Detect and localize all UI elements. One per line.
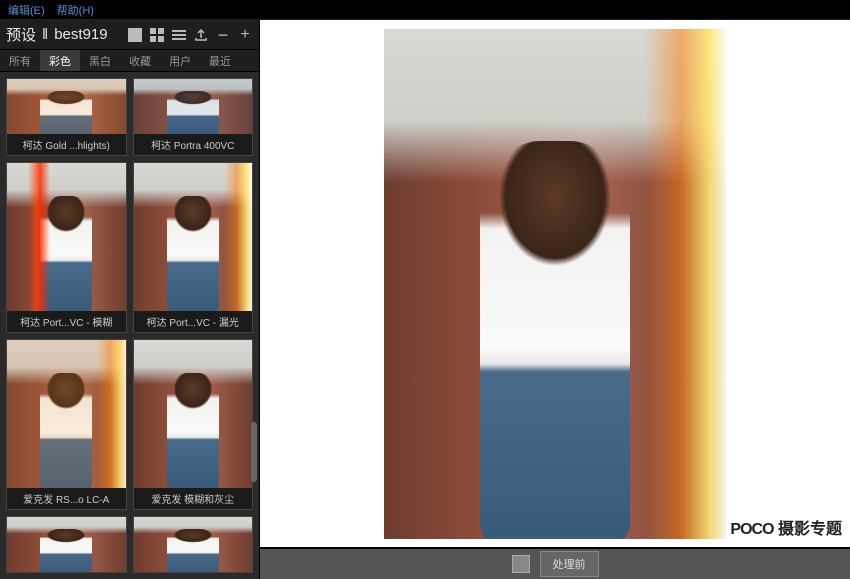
preset-thumbnail[interactable]: 柯达 Portra 400VC bbox=[133, 78, 254, 156]
preset-thumbnail[interactable]: 柯达 Port...VC - 漏光 bbox=[133, 162, 254, 333]
preset-thumbnail[interactable]: 爱克发 RS...o LC-A bbox=[6, 339, 127, 510]
filter-tab[interactable]: 彩色 bbox=[40, 50, 80, 71]
panel-title-sep: ‖ bbox=[42, 26, 48, 43]
watermark: POCO 摄影专题 bbox=[730, 515, 842, 539]
bottom-toolbar: 处理前 bbox=[260, 549, 850, 579]
preset-thumbnail[interactable]: 爱克发 模糊和灰尘 bbox=[133, 339, 254, 510]
panel-title-presets: 预设 bbox=[6, 24, 36, 45]
filter-tab[interactable]: 最近 bbox=[200, 50, 240, 71]
view-grid-small-icon[interactable] bbox=[149, 27, 165, 43]
preset-thumbnail[interactable] bbox=[6, 516, 127, 573]
filter-tabs: 所有彩色黑白收藏用户最近 bbox=[0, 50, 259, 72]
canvas-area: POCO 摄影专题 处理前 bbox=[260, 20, 850, 579]
filter-tab[interactable]: 收藏 bbox=[120, 50, 160, 71]
preset-label: 柯达 Port...VC - 漏光 bbox=[134, 311, 253, 332]
preset-thumbnail[interactable] bbox=[133, 516, 254, 573]
presets-grid: 柯达 Gold ...hlights) 柯达 Portra 400VC 柯达 Por… bbox=[0, 72, 259, 579]
preset-label: 爱克发 模糊和灰尘 bbox=[134, 488, 253, 509]
preset-label: 柯达 Port...VC - 模糊 bbox=[7, 311, 126, 332]
menu-edit[interactable]: 编辑(E) bbox=[8, 2, 45, 18]
main-image bbox=[384, 29, 726, 539]
minus-icon[interactable]: − bbox=[215, 27, 231, 43]
watermark-suffix: 摄影专题 bbox=[774, 521, 842, 538]
menu-bar: 编辑(E) 帮助(H) bbox=[0, 0, 850, 20]
scrollbar-thumb[interactable] bbox=[251, 422, 257, 482]
filter-tab[interactable]: 黑白 bbox=[80, 50, 120, 71]
watermark-brand: POCO bbox=[730, 521, 773, 538]
plus-icon[interactable]: + bbox=[237, 27, 253, 43]
color-swatch[interactable] bbox=[512, 555, 530, 573]
filter-tab[interactable]: 用户 bbox=[160, 50, 200, 71]
preset-thumbnail[interactable]: 柯达 Port...VC - 模糊 bbox=[6, 162, 127, 333]
view-list-icon[interactable] bbox=[171, 27, 187, 43]
export-icon[interactable] bbox=[193, 27, 209, 43]
filter-tab[interactable]: 所有 bbox=[0, 50, 40, 71]
preset-label: 爱克发 RS...o LC-A bbox=[7, 488, 126, 509]
preset-thumbnail[interactable]: 柯达 Gold ...hlights) bbox=[6, 78, 127, 156]
panel-header: 预设 ‖ best919 − + bbox=[0, 20, 259, 50]
panel-title-name: best919 bbox=[54, 26, 107, 43]
before-button[interactable]: 处理前 bbox=[540, 551, 599, 577]
presets-panel: 预设 ‖ best919 − + 所有彩色黑白收藏用户最近 柯达 Gold ..… bbox=[0, 20, 260, 579]
image-viewport[interactable]: POCO 摄影专题 bbox=[260, 20, 850, 547]
preset-label: 柯达 Portra 400VC bbox=[134, 134, 253, 155]
view-grid-large-icon[interactable] bbox=[127, 27, 143, 43]
menu-help[interactable]: 帮助(H) bbox=[57, 2, 94, 18]
preset-label: 柯达 Gold ...hlights) bbox=[7, 134, 126, 155]
